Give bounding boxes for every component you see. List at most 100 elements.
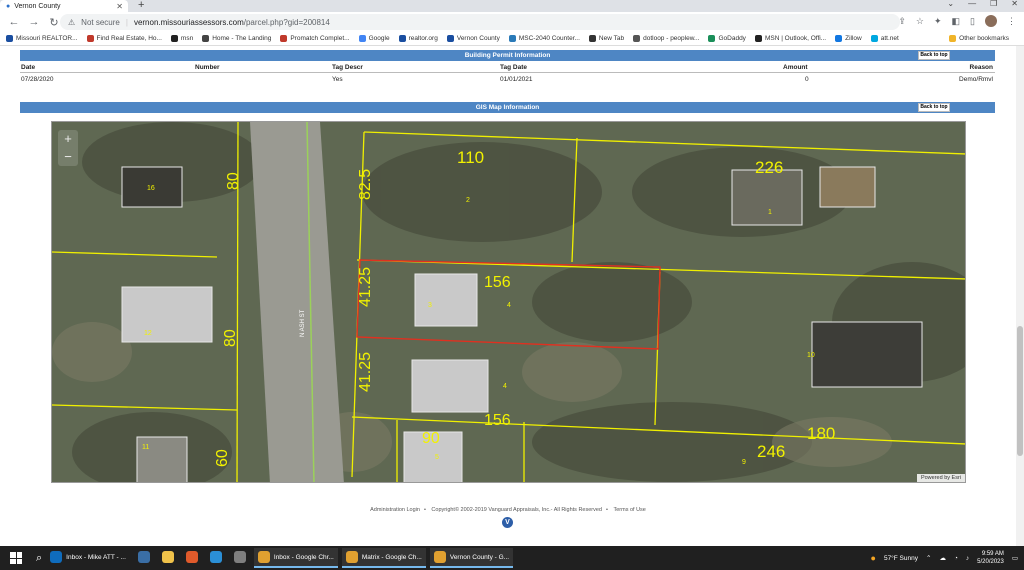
minimize-icon[interactable]: — [968,0,976,8]
bookmark-label: Google [368,35,390,42]
bookmark-favicon-icon [708,35,716,42]
parcel-dimension-label: 226 [755,158,784,177]
bookmark-favicon-icon [398,35,406,42]
close-window-icon[interactable]: ✕ [1011,0,1018,8]
other-bookmarks[interactable]: Other bookmarks [949,35,1009,42]
taskbar-app-button[interactable] [182,548,202,568]
bookmark-favicon-icon [588,35,596,42]
lot-number-label: 9 [742,459,746,466]
app-icon [137,551,150,563]
bookmark-item[interactable]: Vernon County [446,35,500,42]
share-icon[interactable]: ⇪ [898,16,906,27]
bookmark-item[interactable]: Google [358,35,390,42]
taskbar-app-button[interactable] [230,548,250,568]
admin-login-link[interactable]: Administration Login [370,507,420,513]
bookmark-item[interactable]: dotloop - peoplew... [633,35,699,42]
lot-number-label: 1 [768,209,772,216]
parcel-dimension-label: 156 [484,274,511,291]
profile-avatar[interactable] [985,15,997,27]
bookmark-item[interactable]: msn [170,35,193,42]
col-reason: Reason [969,64,993,71]
lot-number-label: 4 [507,302,511,309]
bookmark-item[interactable]: Find Real Estate, Ho... [86,35,162,42]
bookmark-item[interactable]: MSN | Outlook, Offi... [754,35,826,42]
zoom-out-button[interactable]: − [58,148,78,166]
bookmark-favicon-icon [202,35,210,42]
back-to-top-button[interactable]: Back to top [918,51,950,60]
close-tab-icon[interactable]: ✕ [116,2,123,11]
extensions-icon[interactable]: ✦ [934,16,942,27]
bookmark-item[interactable]: Home - The Landing [202,35,271,42]
bookmark-favicon-icon [358,35,366,42]
taskbar-app-button[interactable]: Vernon County - G... [429,548,514,568]
building-permit-header: Building Permit Information [20,50,995,61]
volume-icon[interactable]: ♪ [966,555,969,562]
bookmark-label: Missouri REALTOR... [16,35,78,42]
maximize-icon[interactable]: ❐ [990,0,997,8]
bookmark-item[interactable]: MSC-2040 Counter... [508,35,580,42]
lot-number-label: 3 [428,302,432,309]
parcel-dimension-label: 246 [757,442,786,461]
notifications-icon[interactable]: ▭ [1012,554,1018,562]
taskbar-app-label: Matrix - Google Ch... [361,553,422,561]
browser-tab[interactable]: ● Vernon County ✕ [0,0,128,12]
col-amount: Amount [783,64,808,71]
menu-icon[interactable]: ⋮ [1007,16,1016,27]
chevron-up-icon[interactable]: ⌃ [926,554,931,562]
table-row: 07/28/2020 Yes 01/01/2021 0 Demo/Rmvl [20,75,995,85]
gis-map[interactable]: + − 110 226 82.5 80 156 41.25 80 41.25 156 90 180 2… [51,121,966,483]
windows-start-icon[interactable] [10,552,22,564]
scrollbar-thumb[interactable] [1017,326,1023,456]
bookmark-item[interactable]: realtor.org [398,35,438,42]
taskbar-app-button[interactable] [158,548,178,568]
scrollbar[interactable] [1016,46,1024,546]
clock-date: 5/20/2023 [977,559,1004,565]
terms-of-use-link[interactable]: Terms of Use [613,507,645,513]
network-icon[interactable]: ☁ [939,554,946,562]
new-tab-button[interactable]: + [138,0,144,11]
app-icon [233,551,246,563]
bookmark-item[interactable]: Zillow [835,35,862,42]
app-icon [345,551,358,563]
taskbar-app-button[interactable] [206,548,226,568]
taskbar-app-button[interactable] [134,548,154,568]
forward-arrow-icon[interactable]: → [28,16,40,28]
bookmark-label: Zillow [845,35,862,42]
bookmark-item[interactable]: New Tab [588,35,625,42]
lot-number-label: 4 [503,383,507,390]
bookmark-item[interactable]: Missouri REALTOR... [6,35,78,42]
taskbar-app-button[interactable]: Inbox - Mike ATT - ... [46,548,130,568]
sidebar-icon[interactable]: ▯ [970,16,975,27]
cell-tag-descr: Yes [332,76,343,83]
puzzle-icon[interactable]: ◧ [952,16,961,27]
reload-icon[interactable]: ↻ [48,16,60,29]
zoom-in-button[interactable]: + [58,130,78,148]
bookmark-label: att.net [880,35,899,42]
taskbar-app-label: Inbox - Mike ATT - ... [66,553,126,561]
app-icon [209,551,222,563]
taskbar-app-button[interactable]: Inbox - Google Chr... [253,548,338,568]
tab-strip: ● Vernon County ✕ + ⌄ — ❐ ✕ [0,0,1024,12]
col-tag-date: Tag Date [500,64,527,71]
chevron-down-icon[interactable]: ⌄ [947,0,954,8]
clock[interactable]: 9:59 AM 5/20/2023 [977,550,1004,566]
bookmark-item[interactable]: GoDaddy [708,35,746,42]
app-icon [433,551,446,563]
bookmark-item[interactable]: Promatch Complet... [280,35,350,42]
weather-text[interactable]: 57°F Sunny [884,555,918,562]
bookmark-label: New Tab [598,35,625,42]
other-bookmarks-label: Other bookmarks [959,35,1009,42]
taskbar: ⌕ Inbox - Mike ATT - ... Inbox - Google C… [0,546,1024,570]
wifi-icon[interactable]: ◔ [954,555,958,562]
taskbar-app-button[interactable]: Matrix - Google Ch... [341,548,426,568]
tab-title: Vernon County [14,2,61,10]
search-icon[interactable]: ⌕ [36,552,42,565]
cell-amount: 0 [805,76,809,83]
star-icon[interactable]: ☆ [916,16,924,27]
url-path: /parcel.php?gid=200814 [243,17,330,27]
bookmark-item[interactable]: att.net [870,35,899,42]
back-to-top-button[interactable]: Back to top [918,103,950,112]
back-arrow-icon[interactable]: ← [8,16,20,28]
parcel-dimension-label: 82.5 [357,168,374,200]
address-bar[interactable]: ⚠ Not secure | vernon.missouriassessors.… [60,14,900,30]
